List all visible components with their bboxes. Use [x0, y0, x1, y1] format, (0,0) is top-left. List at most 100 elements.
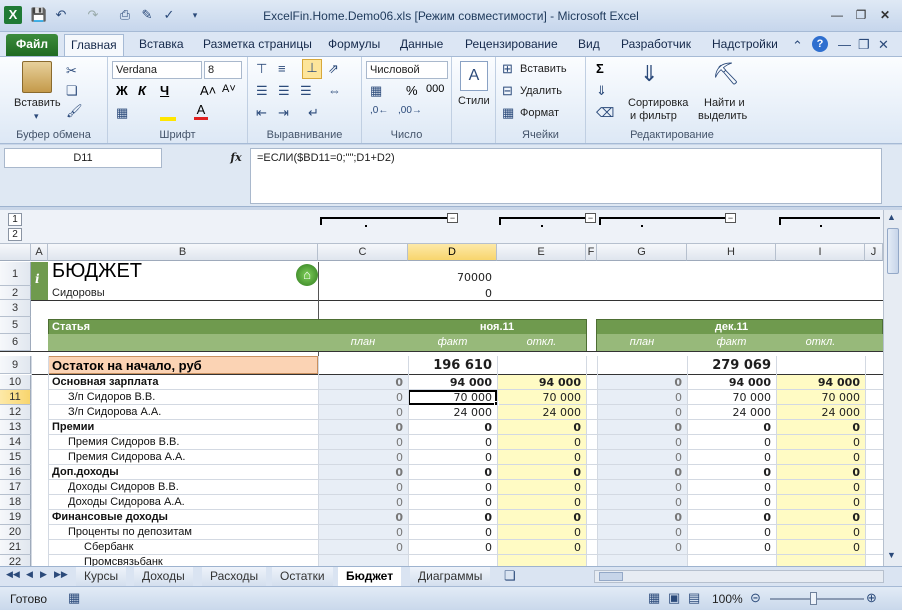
cell-e18[interactable]: 0 [497, 496, 586, 509]
font-size-select[interactable]: 8 [204, 61, 242, 79]
row-header-10[interactable]: 10 [0, 375, 31, 390]
cell-d1[interactable]: 70000 [408, 271, 497, 284]
row-header-11[interactable]: 11 [0, 390, 31, 405]
cell-g10[interactable]: 0 [597, 376, 687, 389]
cell-g11[interactable]: 0 [597, 391, 687, 404]
tab-view[interactable]: Вид [572, 34, 606, 56]
cell-e10[interactable]: 94 000 [497, 376, 586, 389]
page-break-view-icon[interactable]: ▤ [688, 590, 700, 606]
cell-d16[interactable]: 0 [408, 466, 497, 479]
cell-c20[interactable]: 0 [318, 526, 408, 539]
cell-c14[interactable]: 0 [318, 436, 408, 449]
row-label[interactable]: Доп.доходы [52, 466, 318, 478]
delete-cells-button[interactable]: Удалить [520, 85, 562, 97]
italic-button[interactable]: К [138, 83, 146, 98]
next-sheet-icon[interactable]: ▶ [40, 569, 47, 580]
cell-d17[interactable]: 0 [408, 481, 497, 494]
row-label[interactable]: Сбербанк [84, 541, 318, 553]
orientation-icon[interactable]: ⇗ [328, 61, 339, 77]
cell-e14[interactable]: 0 [497, 436, 586, 449]
row-header-21[interactable]: 21 [0, 540, 31, 555]
info-icon[interactable]: i [35, 272, 45, 286]
column-header-f[interactable]: F [586, 244, 597, 261]
tab-file[interactable]: Файл [6, 34, 58, 56]
sheet-tab-rashody[interactable]: Расходы [202, 567, 267, 586]
row-header-16[interactable]: 16 [0, 465, 31, 480]
cell-h19[interactable]: 0 [687, 511, 776, 524]
cell-g12[interactable]: 0 [597, 406, 687, 419]
cell-e11[interactable]: 70 000 [497, 391, 586, 404]
paste-button[interactable]: Вставить [14, 97, 61, 109]
cell-c10[interactable]: 0 [318, 376, 408, 389]
fill-color-icon[interactable] [160, 107, 176, 121]
underline-button[interactable]: Ч [160, 83, 169, 98]
column-header-d[interactable]: D [408, 244, 497, 261]
row-header-1[interactable]: 1 [0, 262, 31, 286]
column-header-h[interactable]: H [687, 244, 776, 261]
cell-i17[interactable]: 0 [776, 481, 865, 494]
row-header-6[interactable]: 6 [0, 334, 31, 351]
outline-collapse-button[interactable]: − [585, 213, 596, 223]
formula-input[interactable]: =ЕСЛИ($BD11=0;"";D1+D2) [250, 148, 882, 204]
sheet-tab-ostatki[interactable]: Остатки [272, 567, 333, 586]
horizontal-scroll-thumb[interactable] [599, 572, 623, 581]
vertical-scrollbar[interactable]: ▲ ▼ [883, 210, 902, 566]
cell-e20[interactable]: 0 [497, 526, 586, 539]
borders-icon[interactable]: ▦ [116, 105, 128, 121]
cell-h10[interactable]: 94 000 [687, 376, 776, 389]
cell-h17[interactable]: 0 [687, 481, 776, 494]
macro-record-icon[interactable]: ▦ [68, 590, 80, 606]
row-label[interactable]: З/п Сидоров В.В. [68, 391, 318, 403]
align-middle-icon[interactable]: ≡ [278, 61, 286, 76]
cell-h18[interactable]: 0 [687, 496, 776, 509]
find-select-icon[interactable]: ⛏ [712, 61, 740, 87]
insert-cells-icon[interactable]: ⊞ [502, 61, 513, 77]
cell-c16[interactable]: 0 [318, 466, 408, 479]
cell-h15[interactable]: 0 [687, 451, 776, 464]
cell-i19[interactable]: 0 [776, 511, 865, 524]
row-label[interactable]: Основная зарплата [52, 376, 318, 388]
sheet-tab-budget[interactable]: Бюджет [338, 567, 402, 586]
cell-i21[interactable]: 0 [776, 541, 865, 554]
cell-g18[interactable]: 0 [597, 496, 687, 509]
find-select-button[interactable]: Найти и [704, 97, 745, 109]
clear-icon[interactable]: ⌫ [596, 105, 614, 121]
cell-c12[interactable]: 0 [318, 406, 408, 419]
row-header-13[interactable]: 13 [0, 420, 31, 435]
cell-d21[interactable]: 0 [408, 541, 497, 554]
workbook-close-icon[interactable]: ✕ [878, 37, 889, 53]
column-header-j[interactable]: J [865, 244, 883, 261]
delete-cells-icon[interactable]: ⊟ [502, 83, 513, 99]
tab-addins[interactable]: Надстройки [706, 34, 784, 56]
row-header-18[interactable]: 18 [0, 495, 31, 510]
align-left-icon[interactable]: ☰ [256, 83, 268, 99]
wrap-text-icon[interactable]: ↵ [308, 105, 319, 121]
row-label[interactable]: Финансовые доходы [52, 511, 318, 523]
outline-level-1-button[interactable]: 1 [8, 213, 22, 226]
increase-decimal-icon[interactable]: ,0← [370, 105, 388, 116]
row-header-15[interactable]: 15 [0, 450, 31, 465]
cell-i13[interactable]: 0 [776, 421, 865, 434]
increase-indent-icon[interactable]: ⇥ [278, 105, 289, 121]
row-header-9[interactable]: 9 [0, 356, 31, 374]
grow-font-icon[interactable]: A˄ [200, 83, 216, 98]
zoom-in-icon[interactable]: ⊕ [866, 590, 877, 606]
row-header-12[interactable]: 12 [0, 405, 31, 420]
cell-i12[interactable]: 24 000 [776, 406, 865, 419]
cell-c13[interactable]: 0 [318, 421, 408, 434]
last-sheet-icon[interactable]: ▶▶ [54, 569, 68, 580]
cell-h12[interactable]: 24 000 [687, 406, 776, 419]
cell-g15[interactable]: 0 [597, 451, 687, 464]
cell-d14[interactable]: 0 [408, 436, 497, 449]
copy-icon[interactable]: ❏ [66, 83, 78, 99]
outline-collapse-button[interactable]: − [447, 213, 458, 223]
vertical-scroll-thumb[interactable] [887, 228, 899, 274]
row-header-17[interactable]: 17 [0, 480, 31, 495]
font-family-select[interactable]: Verdana [112, 61, 202, 79]
paste-icon[interactable] [22, 61, 52, 93]
cell-i11[interactable]: 70 000 [776, 391, 865, 404]
decrease-indent-icon[interactable]: ⇤ [256, 105, 267, 121]
bold-button[interactable]: Ж [116, 83, 128, 98]
row-header-2[interactable]: 2 [0, 286, 31, 300]
first-sheet-icon[interactable]: ◀◀ [6, 569, 20, 580]
